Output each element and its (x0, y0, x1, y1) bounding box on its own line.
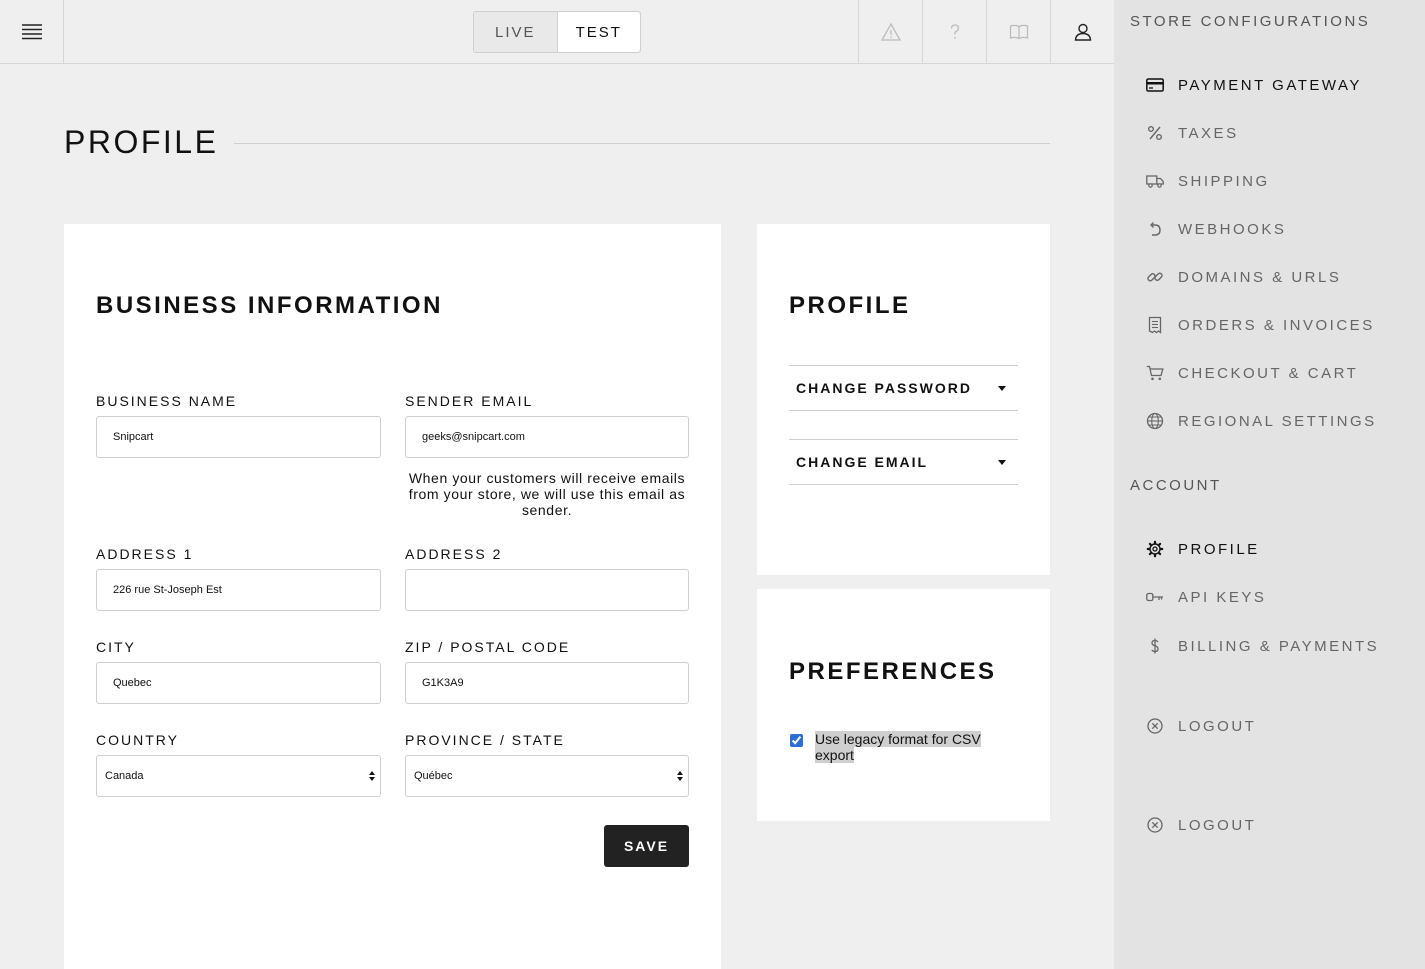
user-icon (1074, 23, 1091, 41)
credit-card-icon (1146, 78, 1164, 92)
zip-input[interactable] (405, 662, 689, 704)
percent-icon (1148, 126, 1162, 140)
title-divider (234, 143, 1050, 144)
caret-down-icon (998, 385, 1006, 391)
zip-label: ZIP / POSTAL CODE (405, 639, 571, 655)
account-heading: ACCOUNT (1130, 477, 1222, 494)
preferences-title: PREFERENCES (789, 658, 997, 685)
sidebar-item-logout-secondary[interactable]: LOGOUT (1146, 813, 1416, 837)
settings-sidebar: STORE CONFIGURATIONS PAYMENT GATEWAY TAX… (1114, 0, 1425, 969)
account-button[interactable] (1050, 0, 1114, 63)
page-title: PROFILE (64, 124, 219, 160)
sidebar-item-payment-gateway[interactable]: PAYMENT GATEWAY (1146, 73, 1416, 97)
change-email-label: CHANGE EMAIL (796, 454, 929, 470)
gear-icon (1146, 540, 1164, 558)
save-button[interactable]: SAVE (604, 825, 689, 867)
profile-card: PROFILE CHANGE PASSWORD CHANGE EMAIL (757, 224, 1050, 575)
menu-button[interactable] (0, 0, 64, 63)
legacy-csv-option[interactable]: Use legacy format for CSV export (790, 731, 1000, 763)
warning-icon (880, 22, 901, 41)
address1-label: ADDRESS 1 (96, 546, 194, 562)
receipt-icon (1148, 316, 1162, 334)
mode-live-button[interactable]: LIVE (474, 12, 557, 52)
city-label: CITY (96, 639, 136, 655)
sender-email-input[interactable] (405, 416, 689, 458)
address2-label: ADDRESS 2 (405, 546, 503, 562)
profile-card-title: PROFILE (789, 292, 911, 319)
sidebar-item-profile[interactable]: PROFILE (1146, 537, 1416, 561)
sidebar-item-webhooks[interactable]: WEBHOOKS (1146, 217, 1416, 241)
help-button[interactable] (922, 0, 986, 63)
store-configurations-heading: STORE CONFIGURATIONS (1130, 13, 1371, 30)
truck-icon (1146, 175, 1164, 188)
business-information-title: BUSINESS INFORMATION (96, 292, 443, 319)
close-circle-icon (1147, 817, 1163, 833)
city-input[interactable] (96, 662, 381, 704)
hamburger-icon (21, 23, 42, 39)
select-arrows-icon (369, 771, 375, 781)
business-information-card: BUSINESS INFORMATION BUSINESS NAME SENDE… (64, 224, 721, 969)
help-icon (950, 23, 959, 39)
sidebar-item-taxes[interactable]: TAXES (1146, 121, 1416, 145)
province-select-value: Québec (414, 770, 453, 782)
top-icon-group (858, 0, 1114, 63)
sidebar-item-checkout-cart[interactable]: CHECKOUT & CART (1146, 361, 1416, 385)
sidebar-item-logout[interactable]: LOGOUT (1146, 714, 1416, 738)
select-arrows-icon (677, 771, 683, 781)
cart-icon (1146, 365, 1164, 381)
sidebar-item-api-keys[interactable]: API KEYS (1146, 585, 1416, 609)
key-icon (1146, 592, 1163, 602)
legacy-csv-checkbox[interactable] (790, 734, 803, 747)
mode-test-button[interactable]: TEST (556, 12, 640, 52)
globe-icon (1146, 412, 1164, 430)
alerts-button[interactable] (858, 0, 922, 63)
close-circle-icon (1147, 718, 1163, 734)
country-select-value: Canada (105, 770, 144, 782)
change-password-label: CHANGE PASSWORD (796, 380, 972, 396)
undo-arrow-icon (1150, 222, 1161, 236)
mode-toggle: LIVE TEST (473, 11, 641, 53)
top-bar: LIVE TEST (0, 0, 1114, 64)
sender-email-label: SENDER EMAIL (405, 393, 534, 409)
sidebar-item-shipping[interactable]: SHIPPING (1146, 169, 1416, 193)
dollar-icon (1151, 638, 1159, 654)
docs-button[interactable] (986, 0, 1050, 63)
address1-input[interactable] (96, 569, 381, 611)
business-name-input[interactable] (96, 416, 381, 458)
sender-email-help-text: When your customers will receive emails … (408, 470, 686, 518)
sidebar-item-regional-settings[interactable]: REGIONAL SETTINGS (1146, 409, 1416, 433)
sidebar-item-billing-payments[interactable]: BILLING & PAYMENTS (1146, 634, 1416, 658)
sidebar-item-domains-urls[interactable]: DOMAINS & URLS (1146, 265, 1416, 289)
address2-input[interactable] (405, 569, 689, 611)
caret-down-icon (998, 459, 1006, 465)
change-email-accordion[interactable]: CHANGE EMAIL (789, 439, 1018, 485)
change-password-accordion[interactable]: CHANGE PASSWORD (789, 365, 1018, 411)
province-select[interactable]: Québec (405, 755, 689, 797)
preferences-card: PREFERENCES Use legacy format for CSV ex… (757, 589, 1050, 821)
link-icon (1147, 272, 1163, 282)
business-name-label: BUSINESS NAME (96, 393, 238, 409)
sidebar-item-orders-invoices[interactable]: ORDERS & INVOICES (1146, 313, 1416, 337)
province-label: PROVINCE / STATE (405, 732, 565, 748)
docs-icon (1009, 24, 1028, 39)
legacy-csv-label: Use legacy format for CSV export (815, 731, 981, 763)
country-select[interactable]: Canada (96, 755, 381, 797)
country-label: COUNTRY (96, 732, 179, 748)
